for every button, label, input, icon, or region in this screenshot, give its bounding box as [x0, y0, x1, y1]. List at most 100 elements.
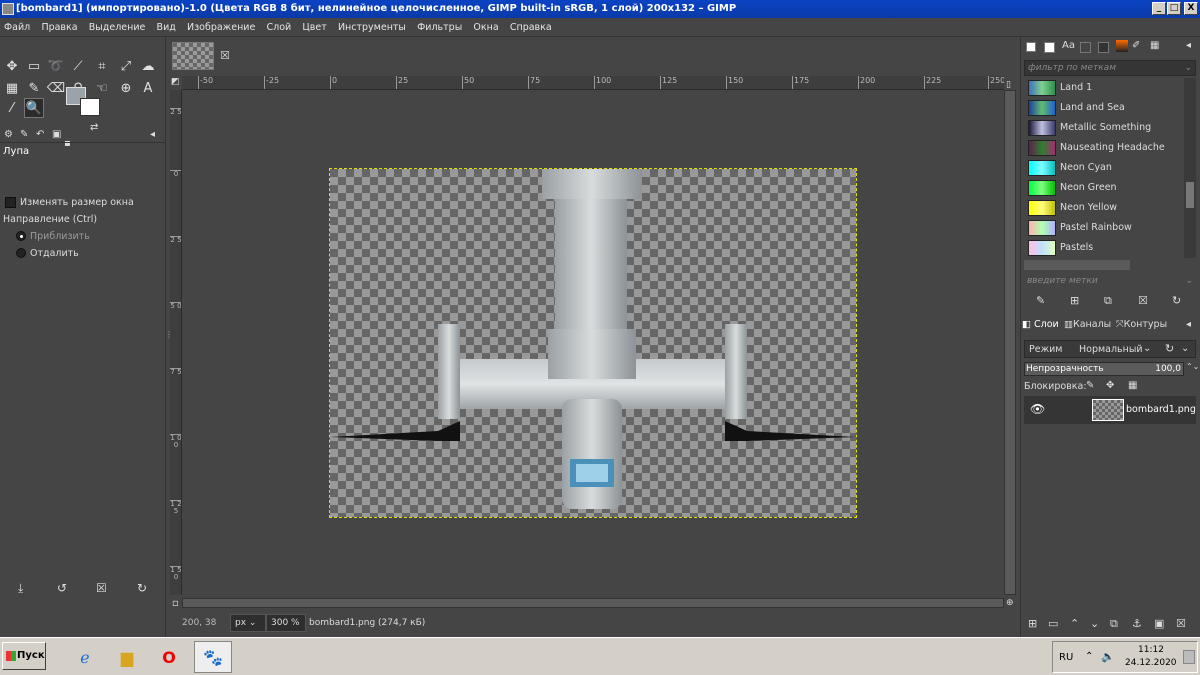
- close-button[interactable]: X: [1184, 2, 1198, 15]
- opera-icon[interactable]: O: [150, 641, 188, 673]
- dodge-tool-icon[interactable]: ⊕: [116, 78, 136, 98]
- menu-image[interactable]: Изображение: [183, 18, 259, 37]
- background-color-swatch[interactable]: [80, 98, 100, 116]
- lasso-tool-icon[interactable]: ➰: [46, 56, 66, 76]
- edit-gradient-icon[interactable]: ✎: [1036, 294, 1045, 307]
- resize-window-checkbox[interactable]: [5, 197, 16, 208]
- delete-layer-icon[interactable]: ☒: [1176, 617, 1186, 630]
- lower-layer-icon[interactable]: ⌄: [1090, 617, 1099, 630]
- reset-options-icon[interactable]: ↻: [137, 581, 147, 595]
- gradients-hscrollbar[interactable]: [1024, 260, 1130, 270]
- lock-position-icon[interactable]: ✥: [1106, 380, 1114, 391]
- mode-switch-icon[interactable]: ↻: [1165, 342, 1174, 355]
- menu-filters[interactable]: Фильтры: [413, 18, 466, 37]
- left-dock-handle[interactable]: ⋮: [165, 330, 173, 339]
- menu-layer[interactable]: Слой: [263, 18, 296, 37]
- gradient-item[interactable]: Neon Cyan: [1026, 158, 1184, 178]
- gimp-taskbar-icon[interactable]: 🐾: [194, 641, 232, 673]
- zoom-dropdown[interactable]: 300 % ⌄: [266, 614, 306, 644]
- restore-options-icon[interactable]: ↺: [57, 581, 67, 595]
- text-tool-icon[interactable]: A: [138, 78, 158, 98]
- eraser-tool-icon[interactable]: ⌫: [46, 78, 66, 98]
- explorer-folder-icon[interactable]: ▆: [108, 641, 146, 673]
- palettes-tab-icon[interactable]: [1080, 42, 1091, 53]
- visibility-eye-icon[interactable]: 👁: [1030, 402, 1045, 416]
- gradients-tab-icon[interactable]: [1116, 40, 1128, 52]
- horizontal-scrollbar[interactable]: [182, 598, 1004, 608]
- move-tool-icon[interactable]: ✥: [2, 56, 22, 76]
- tab-menu-icon[interactable]: ◂: [150, 129, 155, 140]
- menu-help[interactable]: Справка: [506, 18, 556, 37]
- zoom-tool-icon[interactable]: 🔍: [24, 98, 44, 118]
- lock-pixels-icon[interactable]: ✎: [1086, 380, 1094, 391]
- raise-layer-icon[interactable]: ⌃: [1070, 617, 1079, 630]
- lock-alpha-icon[interactable]: ▦: [1128, 380, 1137, 391]
- delete-options-icon[interactable]: ☒: [96, 581, 107, 595]
- menu-windows[interactable]: Окна: [469, 18, 502, 37]
- mask-layer-icon[interactable]: ▣: [1154, 617, 1164, 630]
- menu-edit[interactable]: Правка: [37, 18, 81, 37]
- clock-date[interactable]: 24.12.2020: [1125, 658, 1177, 668]
- rect-select-tool-icon[interactable]: ▭: [24, 56, 44, 76]
- new-gradient-icon[interactable]: ⊞: [1070, 294, 1079, 307]
- duplicate-gradient-icon[interactable]: ⧉: [1104, 294, 1112, 308]
- menu-file[interactable]: Файл: [0, 18, 34, 37]
- brushes-tab-icon[interactable]: [1026, 42, 1036, 52]
- gradient-item[interactable]: Land 1: [1026, 78, 1184, 98]
- images-tab-icon[interactable]: ▣: [52, 129, 61, 140]
- fonts-tab-icon[interactable]: Aa: [1062, 40, 1075, 51]
- start-button[interactable]: Пуск: [2, 642, 46, 670]
- palette-editor-tab-icon[interactable]: [1098, 42, 1109, 53]
- quick-mask-corner-icon[interactable]: ◩: [171, 77, 180, 87]
- image-tab-thumbnail[interactable]: [172, 42, 214, 70]
- smudge-tool-icon[interactable]: ☜: [92, 78, 112, 98]
- delete-gradient-icon[interactable]: ☒: [1138, 294, 1148, 307]
- show-hidden-icons-icon[interactable]: ⌃: [1085, 651, 1093, 662]
- volume-icon[interactable]: 🔈: [1101, 650, 1115, 663]
- zoom-on-resize-icon[interactable]: ▯: [1006, 80, 1011, 90]
- gradient-item[interactable]: Pastels: [1026, 238, 1184, 258]
- close-image-tab-icon[interactable]: ☒: [220, 49, 230, 62]
- navigation-icon[interactable]: ⊕: [1006, 598, 1014, 608]
- navigate-corner-icon[interactable]: ▫: [172, 598, 179, 609]
- layer-row[interactable]: 👁 bombard1.png: [1024, 396, 1196, 424]
- device-status-tab-icon[interactable]: ✎: [20, 129, 28, 140]
- tab-channels[interactable]: ▥Каналы: [1064, 319, 1111, 330]
- vertical-scrollbar[interactable]: [1004, 90, 1016, 595]
- refresh-gradients-icon[interactable]: ↻: [1172, 294, 1181, 307]
- mode-dropdown[interactable]: Нормальный: [1079, 344, 1143, 355]
- image-canvas[interactable]: [329, 168, 857, 518]
- opacity-stepper[interactable]: ⌃⌄: [1186, 362, 1199, 371]
- zoom-out-radio[interactable]: [16, 248, 26, 258]
- menu-select[interactable]: Выделение: [85, 18, 150, 37]
- duplicate-layer-icon[interactable]: ⧉: [1110, 617, 1118, 631]
- gradient-item[interactable]: Neon Yellow: [1026, 198, 1184, 218]
- anchor-layer-icon[interactable]: ⚓: [1132, 617, 1142, 630]
- gradient-item[interactable]: Neon Green: [1026, 178, 1184, 198]
- tab-paths[interactable]: ⤧Контуры: [1116, 319, 1167, 330]
- tab-menu-icon[interactable]: ◂: [1186, 40, 1191, 51]
- save-options-icon[interactable]: ⤓: [18, 581, 23, 596]
- fuzzy-select-tool-icon[interactable]: ⟋: [68, 56, 88, 76]
- menu-view[interactable]: Вид: [153, 18, 180, 37]
- clock-time[interactable]: 11:12: [1129, 645, 1173, 655]
- bucket-fill-tool-icon[interactable]: ▦: [2, 78, 22, 98]
- opacity-slider[interactable]: Непрозрачность 100,0: [1024, 362, 1184, 376]
- gradients-scrollbar[interactable]: [1184, 78, 1196, 258]
- transform-tool-icon[interactable]: ⤢: [116, 56, 136, 76]
- gradient-item[interactable]: Nauseating Headache: [1026, 138, 1184, 158]
- grid-tab-icon[interactable]: ▦: [1150, 40, 1159, 51]
- paintbrush-tool-icon[interactable]: ✎: [24, 78, 44, 98]
- zoom-in-radio[interactable]: [16, 231, 26, 241]
- maximize-button[interactable]: □: [1167, 2, 1181, 15]
- menu-color[interactable]: Цвет: [298, 18, 330, 37]
- unit-dropdown[interactable]: px ⌄: [230, 614, 266, 632]
- new-layer-group-icon[interactable]: ▭: [1048, 617, 1058, 630]
- minimize-button[interactable]: _: [1152, 2, 1166, 15]
- gradient-item[interactable]: Metallic Something: [1026, 118, 1184, 138]
- undo-history-tab-icon[interactable]: ↶: [36, 129, 44, 140]
- tool-options-tab-icon[interactable]: ⚙: [4, 129, 13, 140]
- tab-menu-icon[interactable]: ◂: [1186, 319, 1191, 330]
- tab-layers[interactable]: ◧ Слои: [1022, 319, 1059, 330]
- patterns-tab-icon[interactable]: [1044, 42, 1055, 53]
